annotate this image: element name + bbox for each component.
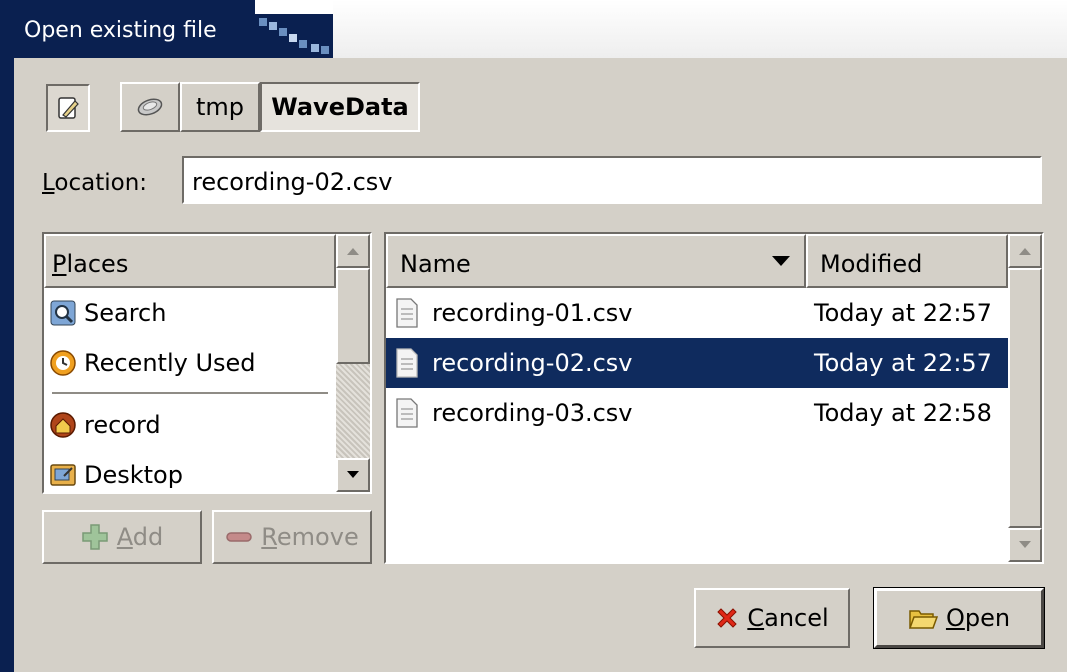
recent-icon [50,350,76,376]
places-list: Search Recently Used record Desktop [44,288,336,492]
scroll-down-button[interactable] [336,458,370,492]
location-input[interactable]: recording-02.csv [182,156,1042,204]
file-name: recording-01.csv [432,299,633,327]
open-folder-icon [908,610,938,629]
arrow-up-icon [347,248,359,255]
text-file-icon [396,298,418,328]
window-border [0,58,14,672]
places-scrollbar[interactable] [336,234,370,492]
pathbar-segment-wavedata[interactable]: WaveData [260,82,420,132]
pathbar-segment-label: tmp [195,93,245,121]
places-header[interactable]: Places [44,234,336,288]
file-modified: Today at 22:58 [814,399,992,427]
scroll-down-button[interactable] [1008,528,1042,562]
place-item-record[interactable]: record [44,400,336,450]
window-title: Open existing file [24,18,217,43]
arrow-up-icon [1019,248,1031,255]
drive-icon [137,98,163,116]
type-location-toggle-button[interactable] [46,84,90,132]
place-item-desktop[interactable]: Desktop [44,450,336,492]
places-separator [52,392,328,394]
plus-icon [82,524,108,550]
scroll-thumb[interactable] [1008,268,1042,528]
add-bookmark-button[interactable]: Add [42,510,202,564]
cancel-x-icon [717,608,738,628]
titlebar-notch [255,0,333,14]
minus-icon [226,532,253,542]
column-header-name[interactable]: Name [386,234,806,288]
search-icon [50,300,76,326]
pathbar-drive-button[interactable] [120,82,180,132]
cancel-button[interactable]: Cancel [694,588,850,648]
sort-descending-icon [772,256,790,266]
place-item-label: Recently Used [84,349,256,377]
file-row[interactable]: recording-01.csv Today at 22:57 [386,288,1008,338]
pencil-icon [58,97,79,119]
files-scrollbar[interactable] [1008,234,1042,562]
files-pane: Name Modified recording-01.csv Today at … [384,232,1044,564]
open-button[interactable]: Open [873,587,1045,649]
scroll-thumb[interactable] [336,268,370,364]
cancel-button-label: Cancel [747,604,829,632]
place-item-label: Desktop [84,461,183,489]
file-row[interactable]: recording-03.csv Today at 22:58 [386,388,1008,438]
place-item-search[interactable]: Search [44,288,336,338]
text-file-icon [396,348,418,378]
titlebar-decoration-icon [255,16,333,56]
remove-button-label: Remove [261,523,359,551]
remove-bookmark-button[interactable]: Remove [212,510,372,564]
file-row-selected[interactable]: recording-02.csv Today at 22:57 [386,338,1008,388]
file-modified: Today at 22:57 [814,299,992,327]
places-pane: Places Search Recently Used record Deskt… [42,232,372,494]
pathbar-segment-label: WaveData [271,93,409,121]
open-button-label: Open [945,604,1011,632]
location-label: Location: [42,170,148,196]
file-name: recording-03.csv [432,399,633,427]
window-titlebar[interactable]: Open existing file [0,0,1067,59]
scroll-up-button[interactable] [336,234,370,268]
arrow-down-icon [347,471,359,478]
file-modified: Today at 22:57 [814,349,992,377]
column-header-modified[interactable]: Modified [806,234,1008,288]
add-button-label: Add [116,523,164,551]
desktop-icon [50,464,76,486]
place-item-label: record [84,411,161,439]
arrow-down-icon [1019,541,1031,548]
text-file-icon [396,398,418,428]
pathbar-segment-tmp[interactable]: tmp [180,82,260,132]
home-icon [50,412,76,438]
place-item-label: Search [84,299,167,327]
place-item-recently-used[interactable]: Recently Used [44,338,336,388]
titlebar-empty-area [333,0,1067,58]
open-file-dialog: tmp WaveData Location: recording-02.csv … [14,58,1067,672]
scroll-up-button[interactable] [1008,234,1042,268]
file-name: recording-02.csv [432,349,633,377]
